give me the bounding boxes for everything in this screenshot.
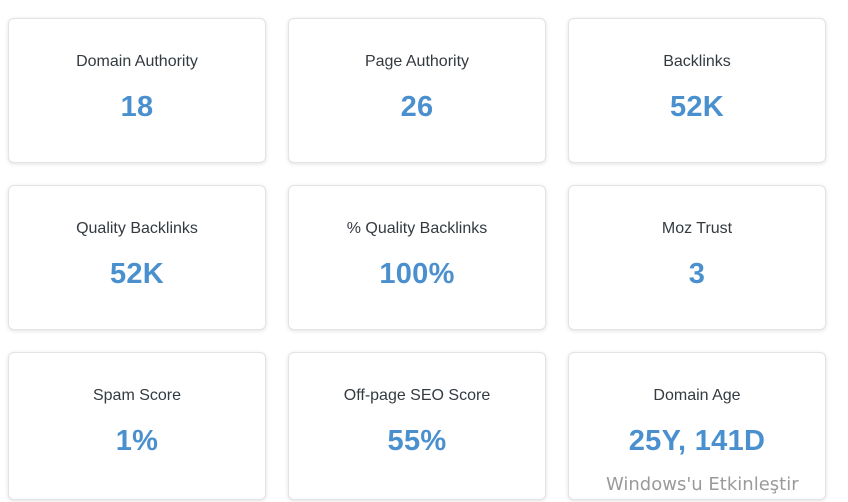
metric-value: 18: [120, 91, 154, 123]
activation-watermark: Windows'u Etkinleştir: [606, 474, 799, 495]
metric-value: 3: [688, 258, 706, 290]
metric-label: % Quality Backlinks: [346, 220, 488, 237]
metric-value: 100%: [379, 258, 455, 290]
metric-value: 52K: [669, 91, 725, 123]
metric-card-spam-score: Spam Score 1%: [8, 352, 266, 500]
metric-value: 1%: [115, 425, 159, 457]
metric-label: Backlinks: [663, 53, 731, 70]
metric-card-moz-trust: Moz Trust 3: [568, 185, 826, 330]
metric-card-off-page-seo-score: Off-page SEO Score 55%: [288, 352, 546, 500]
metric-value: 52K: [109, 258, 165, 290]
metric-card-backlinks: Backlinks 52K: [568, 18, 826, 163]
metrics-grid: Domain Authority 18 Page Authority 26 Ba…: [0, 0, 848, 502]
metric-label: Domain Age: [653, 387, 741, 404]
metric-value: 55%: [387, 425, 447, 457]
metric-label: Off-page SEO Score: [343, 387, 491, 404]
metric-label: Moz Trust: [661, 220, 733, 237]
metric-label: Domain Authority: [76, 53, 198, 70]
metric-card-quality-backlinks: Quality Backlinks 52K: [8, 185, 266, 330]
metric-label: Quality Backlinks: [76, 220, 198, 237]
metric-card-domain-authority: Domain Authority 18: [8, 18, 266, 163]
metric-card-page-authority: Page Authority 26: [288, 18, 546, 163]
metric-value: 26: [400, 91, 434, 123]
metric-value: 25Y, 141D: [628, 425, 766, 457]
metric-card-percent-quality-backlinks: % Quality Backlinks 100%: [288, 185, 546, 330]
metric-label: Page Authority: [364, 53, 470, 70]
metric-label: Spam Score: [92, 387, 182, 404]
